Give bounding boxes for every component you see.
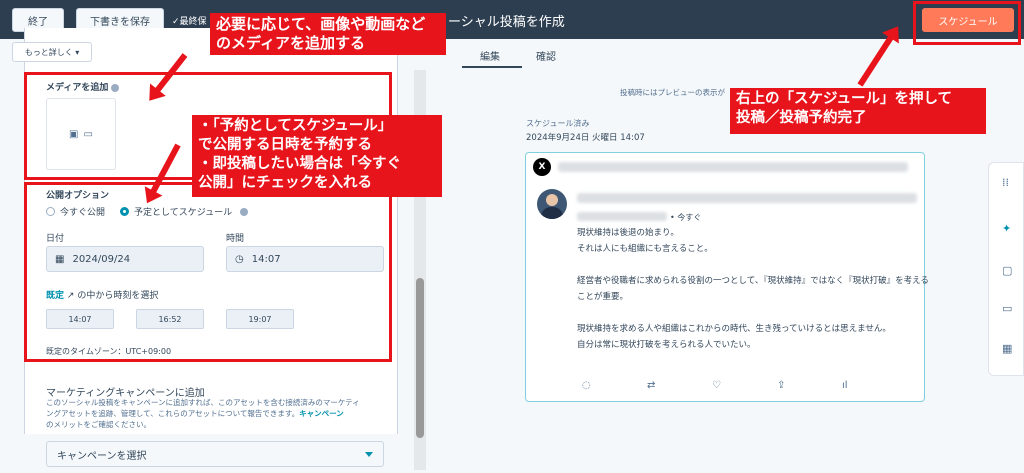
blurred-handle bbox=[577, 212, 667, 221]
share-icon: ⇪ bbox=[777, 380, 786, 391]
campaign-link[interactable]: キャンペーン bbox=[299, 409, 344, 418]
marketing-desc-3: のメリットをご確認ください。 bbox=[46, 420, 151, 429]
annotation-submit-line: 投稿／投稿予約完了 bbox=[736, 110, 867, 126]
tab-review[interactable]: 確認 bbox=[536, 48, 556, 63]
annotation-submit-line: 右上の「スケジュール」を押して bbox=[736, 91, 953, 107]
post-line: ことが重要。 bbox=[577, 292, 629, 302]
annotation-schedule-line: ・「予約としてスケジュール」 bbox=[198, 118, 393, 134]
chevron-down-icon bbox=[365, 452, 373, 457]
post-line: それは人にも組織にも言えること。 bbox=[577, 244, 713, 254]
reply-icon: ◌ bbox=[582, 380, 591, 391]
annotation-submit: 右上の「スケジュール」を押して 投稿／投稿予約完了 bbox=[730, 88, 986, 134]
post-line: 現状維持は後退の始まり。 bbox=[577, 228, 679, 238]
active-tab-indicator bbox=[462, 66, 522, 68]
scheduled-date: 2024年9月24日 火曜日 14:07 bbox=[526, 133, 645, 143]
grid-icon[interactable]: ⁞⁞ bbox=[1002, 176, 1009, 189]
post-line: 経営者や役職者に求められる役割の一つとして、『現状維持』ではなく『現状打破』を考… bbox=[577, 276, 929, 286]
annotation-schedule-line: ・即投稿したい場合は「今すぐ bbox=[198, 156, 401, 172]
annotation-schedule: ・「予約としてスケジュール」 で公開する日時を予約する ・即投稿したい場合は「今… bbox=[192, 115, 442, 197]
calendar-icon[interactable]: ▦ bbox=[1002, 342, 1012, 355]
post-line: 自分は常に現状打破を考えられる人でいたい。 bbox=[577, 340, 756, 350]
campaign-select[interactable]: キャンペーンを選択 bbox=[46, 441, 384, 467]
annotation-box-schedule bbox=[24, 182, 392, 362]
scrollbar-thumb[interactable] bbox=[416, 278, 424, 438]
marketing-description: このソーシャル投稿をキャンペーンに追加すれば、このアセットを含む接続済みのマーケ… bbox=[46, 397, 386, 430]
post-time: • 今すぐ bbox=[670, 213, 702, 222]
stats-icon: ıl bbox=[842, 380, 848, 391]
tab-edit[interactable]: 編集 bbox=[480, 48, 500, 63]
blurred-account-name bbox=[577, 193, 917, 203]
annotation-media: 必要に応じて、画像や動画など のメディアを追加する bbox=[210, 13, 446, 55]
page-title: ーシャル投稿を作成 bbox=[448, 15, 565, 30]
sparkle-icon[interactable]: ✦ bbox=[1002, 222, 1011, 235]
annotation-media-line: のメディアを追加する bbox=[216, 34, 365, 52]
annotation-schedule-line: 公開」にチェックを入れる bbox=[198, 175, 372, 191]
preview-note: 投稿時にはプレビューの表示が bbox=[620, 88, 725, 97]
annotation-schedule-line: で公開する日時を予約する bbox=[198, 137, 372, 153]
marketing-desc-2: ングアセットを追跡、管理して、これらのアセットについて報告できます。 bbox=[46, 409, 300, 418]
blurred-account-bar bbox=[558, 162, 908, 172]
annotation-media-line: 必要に応じて、画像や動画など bbox=[216, 15, 426, 33]
comment-icon[interactable]: ▢ bbox=[1002, 264, 1012, 277]
avatar bbox=[537, 189, 567, 219]
marketing-desc-1: このソーシャル投稿をキャンペーンに追加すれば、このアセットを含む接続済みのマーケ… bbox=[46, 398, 360, 407]
campaign-select-value: キャンペーンを選択 bbox=[57, 450, 147, 462]
x-logo-icon: X bbox=[533, 158, 551, 176]
like-icon: ♡ bbox=[712, 380, 721, 391]
scheduled-status: スケジュール済み bbox=[526, 119, 590, 128]
autosave-status: ✓最終保 bbox=[172, 17, 207, 27]
annotation-box-submit bbox=[913, 1, 1021, 45]
more-details-button[interactable]: もっと詳しく ▾ bbox=[12, 42, 92, 62]
post-line: 現状維持を求める人や組織はこれからの時代、生き残っていけるとは思えません。 bbox=[577, 324, 891, 334]
window-icon[interactable]: ▭ bbox=[1002, 302, 1012, 315]
repost-icon: ⇄ bbox=[647, 380, 656, 391]
